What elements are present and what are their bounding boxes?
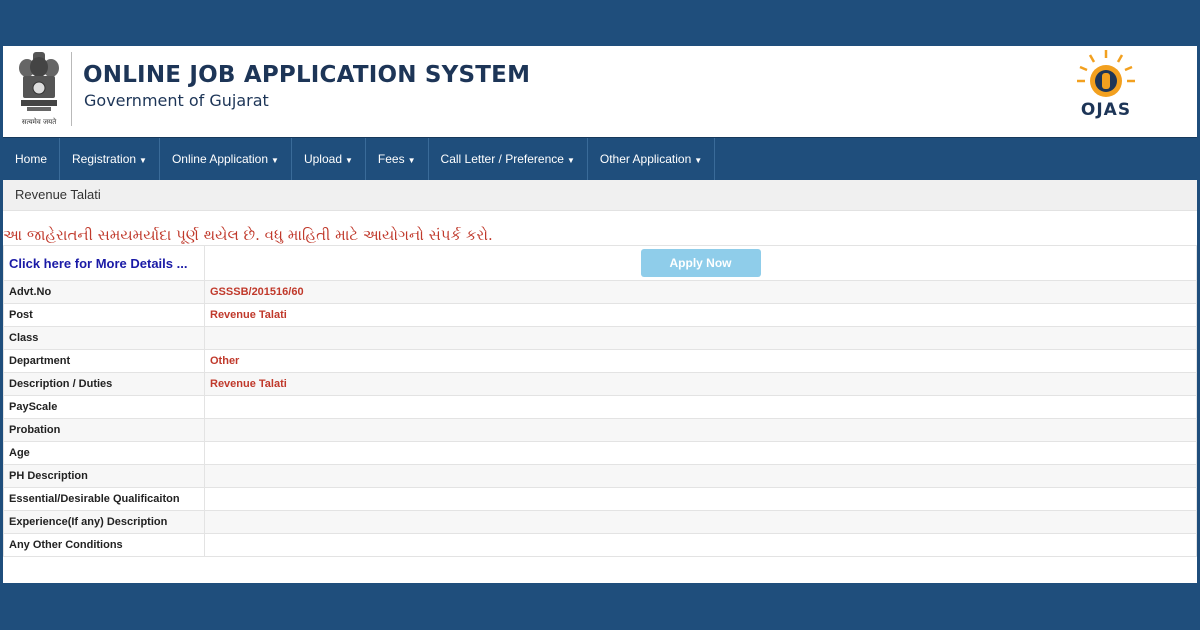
- nav-fees[interactable]: Fees ▼: [366, 138, 429, 180]
- nav-registration-label: Registration: [72, 152, 137, 166]
- table-row: Click here for More Details ... Apply No…: [3, 245, 1197, 281]
- row-value: [204, 533, 1197, 557]
- deadline-notice: આ જાહેરાતની સમયમર્યાદા પૂર્ણ થયેલ છે. વધ…: [3, 226, 493, 244]
- page-subtitle: Government of Gujarat: [84, 91, 269, 110]
- breadcrumb-text: Revenue Talati: [15, 187, 101, 202]
- caret-down-icon: ▼: [345, 156, 353, 165]
- row-value: Other: [204, 349, 1197, 373]
- details-link-cell: Click here for More Details ...: [3, 245, 205, 281]
- row-label: PayScale: [3, 395, 205, 419]
- caret-down-icon: ▼: [139, 156, 147, 165]
- table-row: Probation: [3, 418, 1197, 442]
- table-row: Class: [3, 326, 1197, 350]
- nav-home-label: Home: [15, 152, 48, 166]
- nav-call-letter[interactable]: Call Letter / Preference ▼: [429, 138, 588, 180]
- table-row: Age: [3, 441, 1197, 465]
- row-label: Any Other Conditions: [3, 533, 205, 557]
- caret-down-icon: ▼: [566, 156, 575, 165]
- table-row: Department Other: [3, 349, 1197, 373]
- header-divider: [71, 52, 72, 126]
- row-value: Revenue Talati: [204, 303, 1197, 327]
- table-row: PH Description: [3, 464, 1197, 488]
- nav-fees-label: Fees: [377, 152, 405, 166]
- caret-down-icon: ▼: [271, 156, 279, 165]
- caret-down-icon: ▼: [694, 156, 703, 165]
- nav-upload-label: Upload: [303, 152, 342, 166]
- row-value: [204, 510, 1197, 534]
- table-row: PayScale: [3, 395, 1197, 419]
- row-label: Advt.No: [3, 280, 205, 304]
- nav-home[interactable]: Home: [3, 138, 61, 180]
- row-label: Experience(If any) Description: [3, 510, 205, 534]
- row-label: Essential/Desirable Qualificaiton: [3, 487, 205, 511]
- row-label: Age: [3, 441, 205, 465]
- table-row: Experience(If any) Description: [3, 510, 1197, 534]
- ojas-logo-text: OJAS: [1080, 100, 1132, 120]
- row-value: [204, 326, 1197, 350]
- row-value: [204, 464, 1197, 488]
- row-value: GSSSB/201516/60: [204, 280, 1197, 304]
- site-header: सत्यमेव जयते ONLINE JOB APPLICATION SYST…: [3, 46, 1197, 136]
- row-value: Revenue Talati: [204, 372, 1197, 396]
- row-label: Department: [3, 349, 205, 373]
- apply-cell: Apply Now: [204, 245, 1197, 281]
- state-emblem-icon: सत्यमेव जयते: [11, 48, 67, 132]
- page-title: ONLINE JOB APPLICATION SYSTEM: [83, 62, 531, 88]
- caret-down-icon: ▼: [407, 156, 416, 165]
- row-label: Class: [3, 326, 205, 350]
- nav-other-application-label: Other Application: [599, 152, 692, 166]
- table-row: Description / Duties Revenue Talati: [3, 372, 1197, 396]
- row-value: [204, 418, 1197, 442]
- row-label: Post: [3, 303, 205, 327]
- row-label: PH Description: [3, 464, 205, 488]
- table-row: Essential/Desirable Qualificaiton: [3, 487, 1197, 511]
- table-row: Advt.No GSSSB/201516/60: [3, 280, 1197, 304]
- nav-online-application[interactable]: Online Application ▼: [160, 138, 292, 180]
- row-label: Probation: [3, 418, 205, 442]
- row-label: Description / Duties: [3, 372, 205, 396]
- table-row: Post Revenue Talati: [3, 303, 1197, 327]
- advertisement-details-table: Click here for More Details ... Apply No…: [3, 245, 1197, 557]
- apply-now-button[interactable]: Apply Now: [640, 249, 761, 277]
- table-row: Any Other Conditions: [3, 533, 1197, 557]
- row-value: [204, 395, 1197, 419]
- page-frame: सत्यमेव जयते ONLINE JOB APPLICATION SYST…: [3, 46, 1197, 583]
- main-navbar: Home Registration ▼ Online Application ▼ U…: [3, 137, 1197, 181]
- nav-call-letter-label: Call Letter / Preference: [440, 152, 564, 166]
- row-value: [204, 441, 1197, 465]
- breadcrumb: Revenue Talati: [3, 180, 1197, 211]
- nav-registration[interactable]: Registration ▼: [60, 138, 160, 180]
- nav-upload[interactable]: Upload ▼: [292, 138, 366, 180]
- row-value: [204, 487, 1197, 511]
- nav-other-application[interactable]: Other Application ▼: [588, 138, 716, 180]
- more-details-link[interactable]: Click here for More Details ...: [9, 256, 187, 271]
- emblem-caption: सत्यमेव जयते: [21, 118, 57, 126]
- nav-online-application-label: Online Application: [171, 152, 269, 166]
